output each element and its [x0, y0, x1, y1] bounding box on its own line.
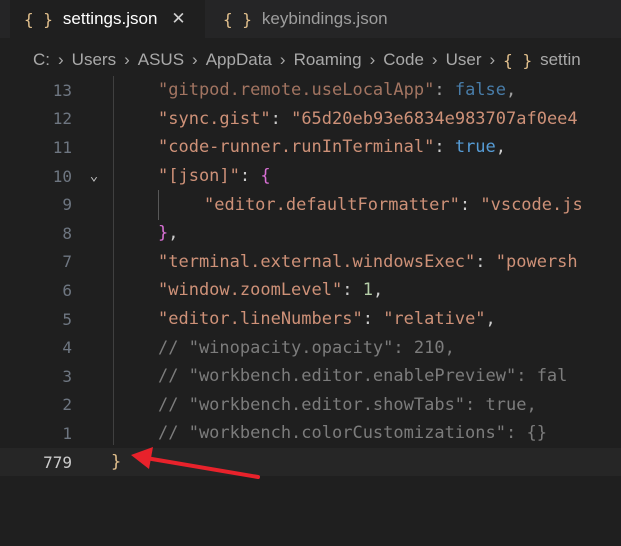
breadcrumb-item[interactable]: Users	[72, 50, 116, 70]
json-braces-icon: { }	[503, 50, 533, 70]
chevron-right-icon: ›	[431, 50, 438, 69]
tab-settings-json[interactable]: { } settings.json ✕	[10, 0, 205, 38]
breadcrumb-item[interactable]: User	[446, 50, 482, 70]
breadcrumb: C: › Users › ASUS › AppData › Roaming › …	[0, 42, 621, 78]
chevron-right-icon: ›	[192, 50, 198, 69]
code-editor[interactable]: 13 "gitpod.remote.useLocalApp": false, 1…	[0, 76, 621, 546]
tab-label: settings.json	[62, 9, 158, 28]
chevron-right-icon: ›	[279, 50, 286, 69]
breadcrumb-item[interactable]: Roaming	[294, 50, 362, 70]
chevron-right-icon: ›	[58, 50, 64, 69]
tab-label: keybindings.json	[261, 9, 388, 28]
chevron-right-icon: ›	[489, 50, 496, 69]
annotation-arrow-icon	[131, 447, 260, 479]
editor-tab-bar: { } settings.json ✕ { } keybindings.json	[0, 0, 621, 38]
tab-keybindings-json[interactable]: { } keybindings.json	[205, 0, 445, 38]
breadcrumb-file[interactable]: settin	[540, 50, 581, 70]
breadcrumb-item[interactable]: ASUS	[138, 50, 184, 70]
breadcrumb-item[interactable]: AppData	[206, 50, 272, 70]
chevron-right-icon: ›	[369, 50, 376, 69]
close-icon[interactable]: ✕	[171, 9, 185, 29]
chevron-right-icon: ›	[124, 50, 130, 69]
breadcrumb-item[interactable]: C:	[33, 50, 50, 70]
json-braces-icon: { }	[24, 9, 53, 29]
json-braces-icon: { }	[223, 9, 252, 29]
breadcrumb-item[interactable]: Code	[383, 50, 424, 70]
